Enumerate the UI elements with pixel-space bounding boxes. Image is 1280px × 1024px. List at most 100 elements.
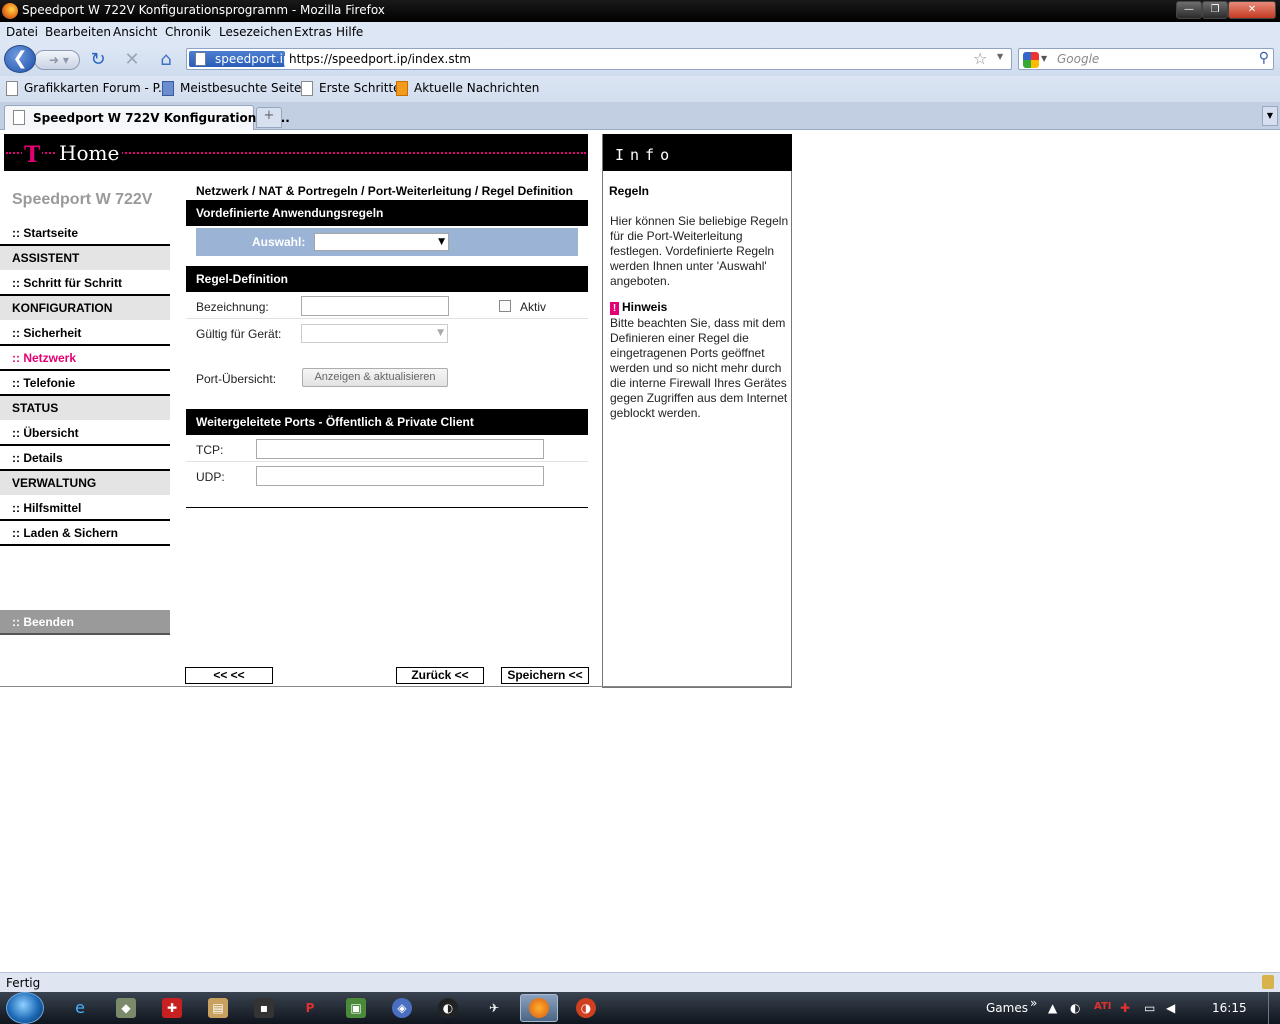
nav-hilfsmittel[interactable]: :: Hilfsmittel <box>0 496 170 521</box>
bookmark-meistbesuchte[interactable]: Meistbesuchte Seiten <box>162 81 309 96</box>
pc-app-icon[interactable]: P <box>300 998 320 1018</box>
page-icon <box>195 52 206 66</box>
menu-chronik[interactable]: Chronik <box>165 25 211 39</box>
page-icon <box>301 81 313 96</box>
first-page-button[interactable]: << << <box>185 667 273 684</box>
search-input[interactable]: Google <box>1057 52 1099 66</box>
auswahl-select[interactable]: ▼ <box>314 233 449 251</box>
url-input[interactable]: https://speedport.ip/index.stm <box>289 52 471 66</box>
menu-bearbeiten[interactable]: Bearbeiten <box>45 25 111 39</box>
menu-extras[interactable]: Extras <box>294 25 332 39</box>
bookmark-erste-schritte[interactable]: Erste Schritte <box>301 81 401 96</box>
device-model: Speedport W 722V <box>12 191 153 208</box>
forwarded-ports-header: Weitergeleitete Ports - Öffentlich & Pri… <box>186 409 588 435</box>
search-icon[interactable]: ⚲ <box>1259 50 1269 66</box>
network-tray-icon[interactable]: ▭ <box>1144 1001 1155 1015</box>
reload-icon[interactable]: ↻ <box>88 50 108 70</box>
back-page-button[interactable]: Zurück << <box>396 667 484 684</box>
tcp-field[interactable] <box>256 439 544 459</box>
tcp-label: TCP: <box>196 443 224 457</box>
lock-icon[interactable] <box>1262 975 1274 989</box>
monitor-icon[interactable]: ▣ <box>346 998 366 1018</box>
engine-dropdown-icon[interactable]: ▼ <box>1041 54 1047 63</box>
new-tab-button[interactable]: + <box>256 107 282 128</box>
antivirus-tray-icon[interactable]: ✚ <box>1120 1001 1130 1015</box>
menu-lesezeichen[interactable]: Lesezeichen <box>219 25 293 39</box>
internet-explorer-icon[interactable]: e <box>70 998 90 1018</box>
web-page: T Home Speedport W 722V :: Startseite AS… <box>0 130 1280 972</box>
aktiv-checkbox[interactable] <box>499 300 511 312</box>
save-button[interactable]: Speichern << <box>501 667 589 684</box>
bezeichnung-label: Bezeichnung: <box>196 300 269 314</box>
search-bar[interactable]: ▼ Google ⚲ <box>1018 48 1274 70</box>
archive-icon[interactable]: ▤ <box>208 998 228 1018</box>
plane-icon[interactable]: ✈ <box>484 998 504 1018</box>
steam-icon[interactable]: ◐ <box>438 998 458 1018</box>
url-dropdown-icon[interactable]: ▼ <box>997 52 1003 61</box>
bookmark-grafikkarten[interactable]: Grafikkarten Forum - P... <box>6 81 169 96</box>
nav-beenden[interactable]: :: Beenden <box>0 610 170 635</box>
status-bar: Fertig <box>0 972 1280 992</box>
bookmark-star-icon[interactable]: ☆ <box>973 49 987 68</box>
home-icon[interactable]: ⌂ <box>156 50 176 70</box>
close-button[interactable]: ✕ <box>1228 1 1276 19</box>
bookmark-aktuelle-nachrichten[interactable]: Aktuelle Nachrichten <box>396 81 539 96</box>
menu-datei[interactable]: Datei <box>6 25 38 39</box>
info-header: Info <box>603 134 792 171</box>
security-icon[interactable]: ◈ <box>392 998 412 1018</box>
url-bar[interactable]: speedport.ip https://speedport.ip/index.… <box>186 48 1012 70</box>
status-text: Fertig <box>6 976 41 990</box>
nav-section-status: STATUS <box>0 396 170 421</box>
bookmarks-toolbar: Grafikkarten Forum - P... Meistbesuchte … <box>0 76 1280 102</box>
window-titlebar: Speedport W 722V Konfigurationsprogramm … <box>0 0 1280 22</box>
minimize-button[interactable]: — <box>1176 1 1202 19</box>
show-desktop-button[interactable] <box>1268 992 1280 1024</box>
nav-uebersicht[interactable]: :: Übersicht <box>0 421 170 446</box>
hint-title-row: ! Hinweis <box>610 300 667 315</box>
window-title: Speedport W 722V Konfigurationsprogramm … <box>22 3 385 17</box>
nav-telefonie[interactable]: :: Telefonie <box>0 371 170 396</box>
show-update-button[interactable]: Anzeigen & aktualisieren <box>302 368 448 387</box>
rule-definition-header: Regel-Definition <box>186 266 588 292</box>
tray-expand-icon[interactable]: ▲ <box>1048 1001 1057 1015</box>
windows-taskbar: e ◆ ✚ ▤ ▪ P ▣ ◈ ◐ ✈ ◑ Games » ▲ ◐ ATI ✚ … <box>0 992 1280 1024</box>
antivirus-icon[interactable]: ✚ <box>162 998 182 1018</box>
tray-games-label[interactable]: Games <box>986 1001 1028 1015</box>
nav-sicherheit[interactable]: :: Sicherheit <box>0 321 170 346</box>
nav-section-konfiguration: KONFIGURATION <box>0 296 170 321</box>
nav-details[interactable]: :: Details <box>0 446 170 471</box>
tab-list-button[interactable]: ▼ <box>1262 106 1278 126</box>
forward-button[interactable]: ➜ ▾ <box>34 50 80 70</box>
stop-icon[interactable]: ✕ <box>122 50 142 70</box>
firefox-icon <box>2 3 18 19</box>
toolbar-arrows-icon[interactable]: » <box>1030 996 1037 1010</box>
tab-speedport[interactable]: Speedport W 722V Konfigurationspr... <box>4 105 290 130</box>
media-icon[interactable]: ◑ <box>576 998 596 1018</box>
app-icon[interactable]: ◆ <box>116 998 136 1018</box>
ati-tray-icon[interactable]: ATI <box>1094 1001 1112 1012</box>
menu-hilfe[interactable]: Hilfe <box>336 25 363 39</box>
back-button[interactable]: ❮ <box>4 45 36 73</box>
nav-startseite[interactable]: :: Startseite <box>0 221 170 246</box>
start-button[interactable] <box>6 992 44 1024</box>
page-icon <box>6 81 18 96</box>
site-identity-button[interactable]: speedport.ip <box>189 51 291 67</box>
geraet-select[interactable]: ▼ <box>301 324 448 343</box>
rss-icon <box>396 81 408 96</box>
steam-tray-icon[interactable]: ◐ <box>1070 1001 1080 1015</box>
nav-schritt-fuer-schritt[interactable]: :: Schritt für Schritt <box>0 271 170 296</box>
google-icon[interactable] <box>1023 52 1039 68</box>
clock[interactable]: 16:15 <box>1212 1001 1247 1015</box>
udp-field[interactable] <box>256 466 544 486</box>
divider <box>186 461 588 462</box>
nav-netzwerk[interactable]: :: Netzwerk <box>0 346 170 371</box>
nav-laden-sichern[interactable]: :: Laden & Sichern <box>0 521 170 546</box>
console-icon[interactable]: ▪ <box>254 998 274 1018</box>
navigation-toolbar: ➜ ▾ ❮ ↻ ✕ ⌂ speedport.ip https://speedpo… <box>0 42 1280 76</box>
info-title: Regeln <box>609 184 650 198</box>
auswahl-strip: Auswahl: ▼ <box>196 228 578 256</box>
menu-ansicht[interactable]: Ansicht <box>113 25 157 39</box>
bezeichnung-field[interactable] <box>301 296 449 316</box>
volume-icon[interactable]: ◀ <box>1166 1001 1175 1015</box>
maximize-button[interactable]: ❐ <box>1202 1 1228 19</box>
